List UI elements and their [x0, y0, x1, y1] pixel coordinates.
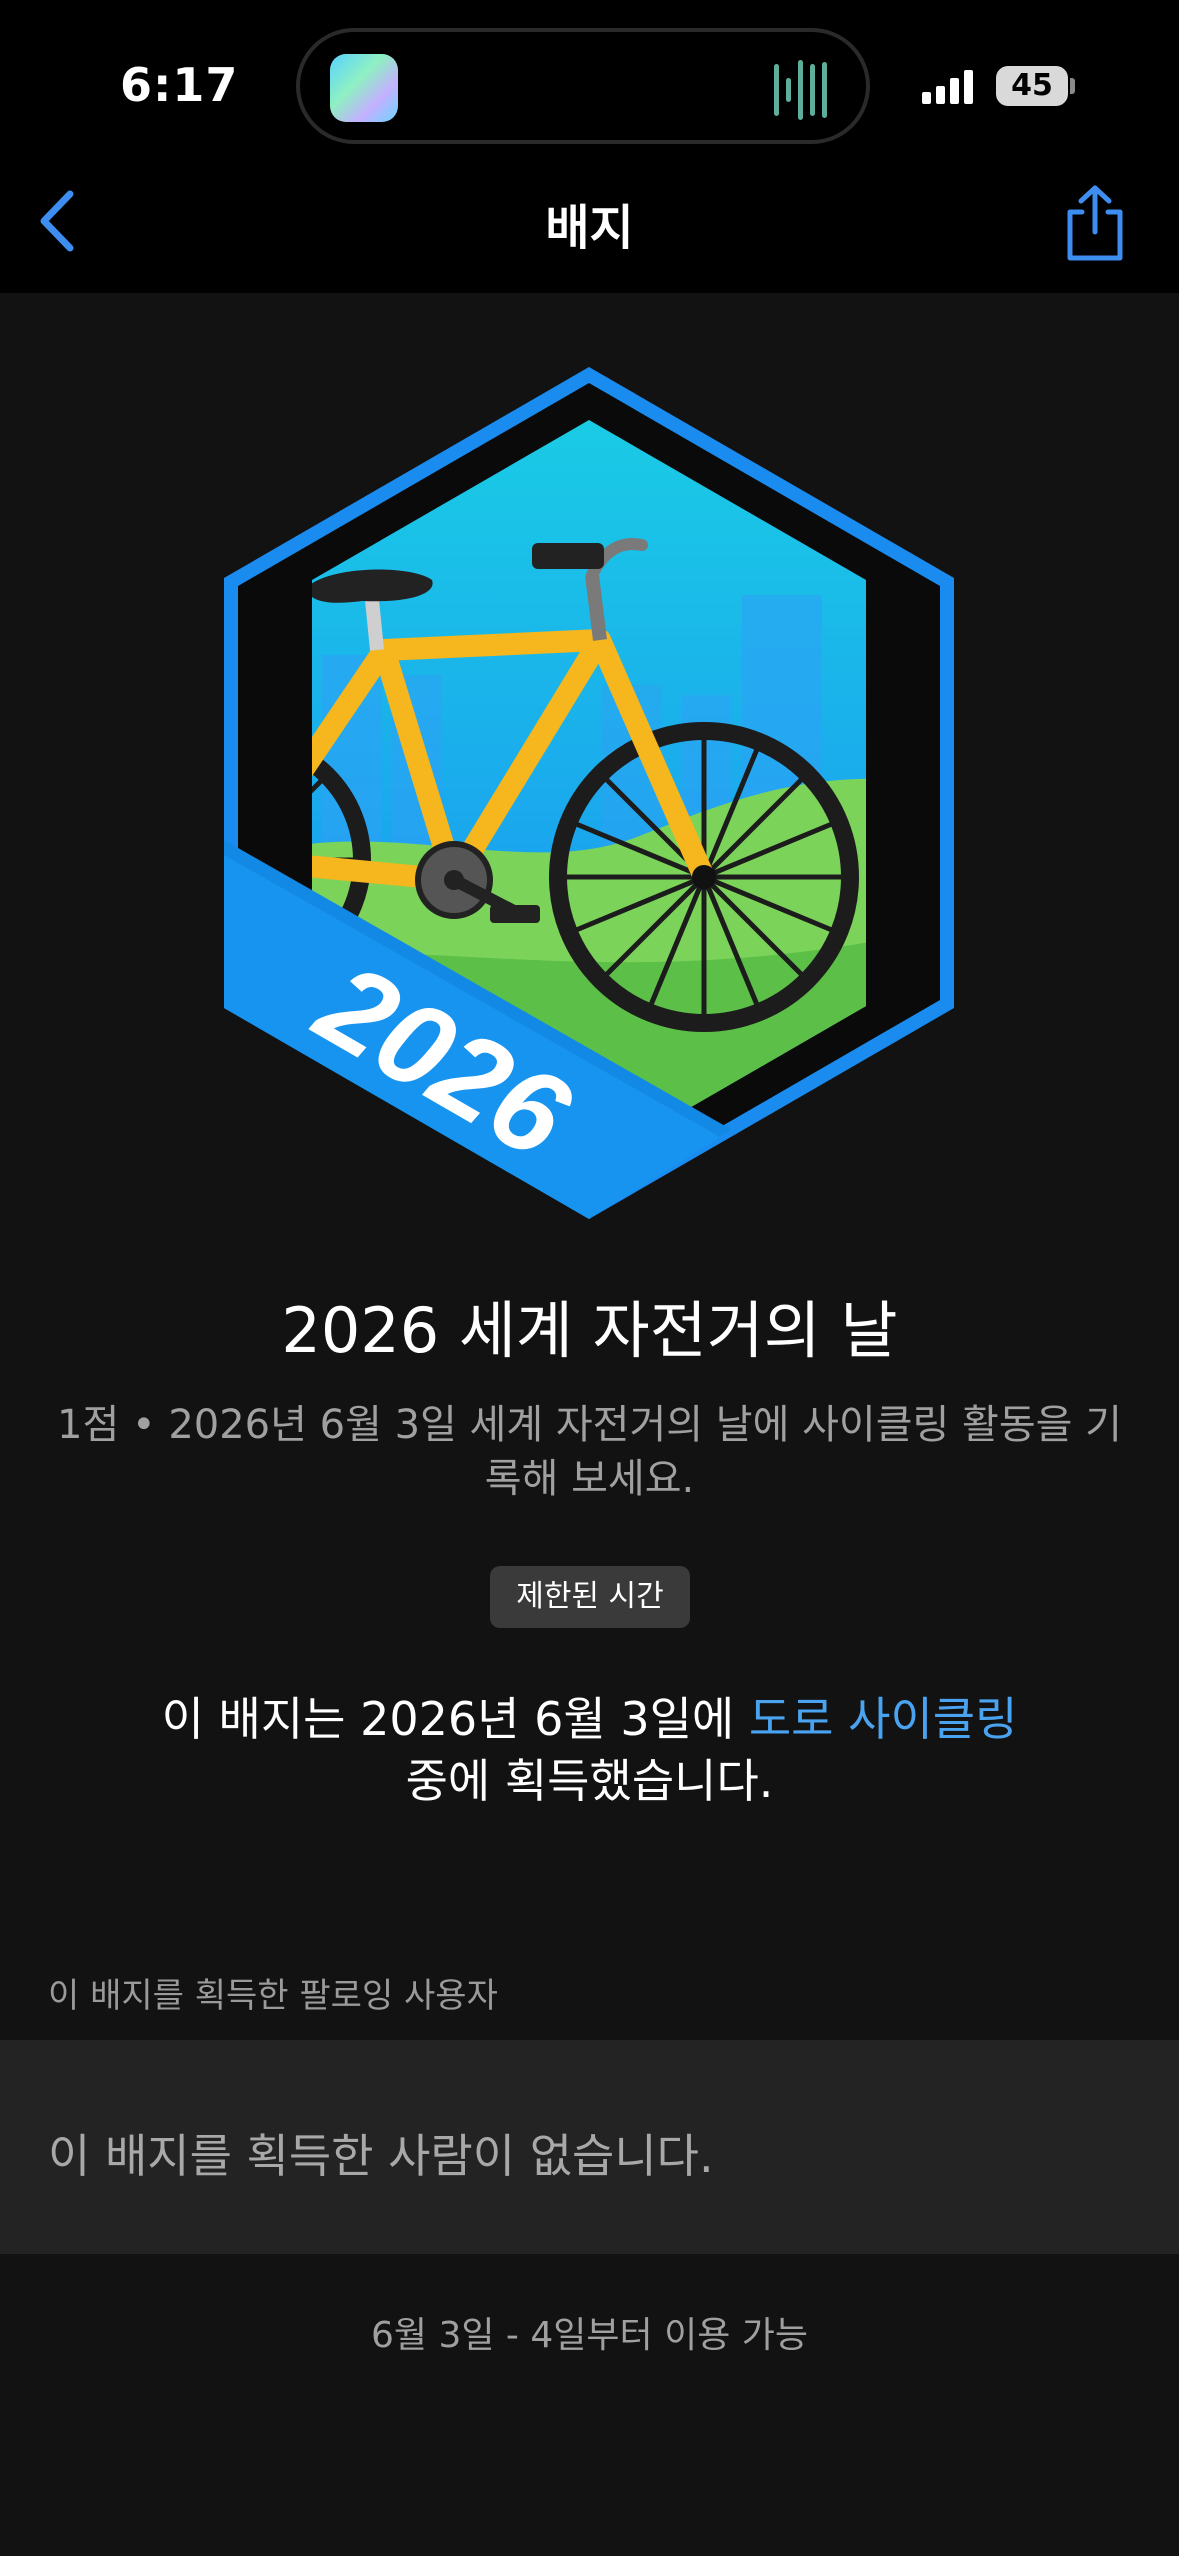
badge-description: 1점 • 2026년 6월 3일 세계 자전거의 날에 사이클링 활동을 기록해… [57, 1402, 1122, 1502]
badge-image: 2026 [224, 367, 954, 1219]
cellular-signal-icon [922, 70, 973, 104]
share-icon [1067, 185, 1123, 261]
following-section-header: 이 배지를 획득한 팔로잉 사용자 [48, 1976, 498, 2016]
battery-indicator: 45 [996, 66, 1068, 106]
badge-title: 2026 세계 자전거의 날 [281, 1294, 898, 1367]
page-title: 배지 [545, 200, 634, 256]
empty-state-text: 이 배지를 획득한 사람이 없습니다. [48, 2129, 714, 2183]
battery-nub [1070, 78, 1075, 94]
app-icon [330, 54, 398, 122]
share-button[interactable] [1060, 182, 1130, 264]
limited-time-tag: 제한된 시간 [490, 1566, 690, 1628]
earned-info: 이 배지는 2026년 6월 3일에 도로 사이클링중에 획득했습니다. [60, 1688, 1119, 1812]
earned-suffix: 중에 획득했습니다. [405, 1754, 774, 1808]
status-time: 6:17 [120, 58, 239, 112]
availability-text: 6월 3일 - 4일부터 이용 가능 [371, 2315, 808, 2356]
top-bar-area: 6:17 45 배지 [0, 0, 1179, 293]
waveform-icon [774, 60, 827, 120]
following-list-card: 이 배지를 획득한 사람이 없습니다. [0, 2040, 1179, 2254]
earned-prefix: 이 배지는 2026년 6월 3일에 [161, 1692, 749, 1746]
activity-link[interactable]: 도로 사이클링 [749, 1692, 1018, 1746]
dynamic-island[interactable] [296, 28, 870, 144]
